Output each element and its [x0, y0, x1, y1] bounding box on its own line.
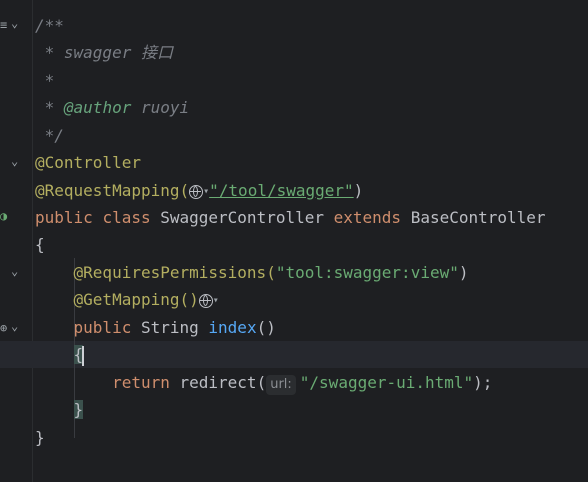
code-line-11: @GetMapping() ▾ — [35, 286, 588, 313]
class-close-brace: } — [35, 428, 45, 447]
editor-gutter: ≡ ⌄ ⌄ ◑ ⌄ ⊕ ⌄ — [0, 0, 32, 482]
redirect-url-string: "/swagger-ui.html" — [299, 373, 474, 392]
fold-chevron-icon[interactable]: ⌄ — [11, 320, 18, 332]
code-line-12: public String index() — [35, 314, 588, 341]
code-line-10: @RequiresPermissions("tool:swagger:view"… — [35, 259, 588, 286]
code-line-3: * — [35, 67, 588, 94]
fold-chevron-icon[interactable]: ⌄ — [11, 155, 18, 167]
code-line-4: * @author ruoyi — [35, 94, 588, 121]
request-mapping-annotation: @RequestMapping( — [35, 181, 190, 200]
comment-cjk: 接口 — [140, 43, 173, 62]
comment-close: */ — [35, 126, 64, 145]
param-hint: url: — [266, 375, 296, 395]
keyword-public: public — [35, 208, 103, 227]
method-close-brace: } — [73, 400, 84, 419]
requires-permissions-annotation: @RequiresPermissions( — [73, 263, 276, 282]
code-line-14: return redirect(url: "/swagger-ui.html"); — [35, 369, 588, 396]
method-parens: () — [256, 318, 276, 337]
get-mapping-annotation: @GetMapping() — [73, 290, 199, 309]
paren-close: ) — [458, 263, 469, 282]
code-line-7: @RequestMapping(▾"/tool/swagger") — [35, 177, 588, 204]
keyword-public: public — [73, 318, 141, 337]
comment-text: * swagger — [35, 43, 141, 62]
globe-icon[interactable] — [198, 293, 213, 308]
fold-chevron-icon[interactable]: ⌄ — [11, 265, 18, 277]
text-caret — [82, 345, 85, 366]
class-open-brace: { — [35, 235, 45, 254]
code-line-15: } — [35, 396, 588, 423]
code-line-1: /** — [35, 12, 588, 39]
method-name: index — [208, 318, 257, 337]
chevron-down-icon[interactable]: ▾ — [213, 295, 219, 306]
author-name: ruoyi — [131, 98, 190, 117]
author-doctag: @author — [63, 98, 132, 117]
code-editor[interactable]: /** * swagger 接口 * * @author ruoyi */ @C… — [35, 0, 588, 482]
code-line-16: } — [35, 424, 588, 451]
toggle-doc-render-icon[interactable]: ≡ — [0, 19, 7, 31]
code-line-9: { — [35, 231, 588, 258]
web-endpoint-icon[interactable]: ⊕ — [0, 322, 7, 334]
keyword-class: class — [102, 208, 161, 227]
mapping-url-link[interactable]: "/tool/swagger" — [209, 181, 354, 200]
keyword-return: return — [112, 373, 180, 392]
base-class-name: BaseController — [410, 208, 546, 227]
comment-star: * — [35, 98, 64, 117]
code-line-2: * swagger 接口 — [35, 39, 588, 66]
controller-annotation: @Controller — [35, 153, 141, 172]
fold-chevron-icon[interactable]: ⌄ — [11, 17, 18, 29]
code-line-6: @Controller — [35, 149, 588, 176]
return-type: String — [140, 318, 209, 337]
comment-star: * — [35, 71, 55, 90]
paren-close: ) — [353, 181, 364, 200]
redirect-call: redirect( — [179, 373, 267, 392]
class-name: SwaggerController — [160, 208, 334, 227]
keyword-extends: extends — [333, 208, 411, 227]
comment-open: /** — [35, 16, 64, 35]
globe-icon[interactable] — [189, 184, 204, 199]
permission-string: "tool:swagger:view" — [275, 263, 459, 282]
code-line-8: public class SwaggerController extends B… — [35, 204, 588, 231]
statement-end: ); — [473, 373, 493, 392]
code-line-5: */ — [35, 122, 588, 149]
gutter-divider — [32, 0, 33, 482]
code-line-13: { — [35, 341, 588, 368]
spring-bean-icon[interactable]: ◑ — [0, 210, 7, 222]
